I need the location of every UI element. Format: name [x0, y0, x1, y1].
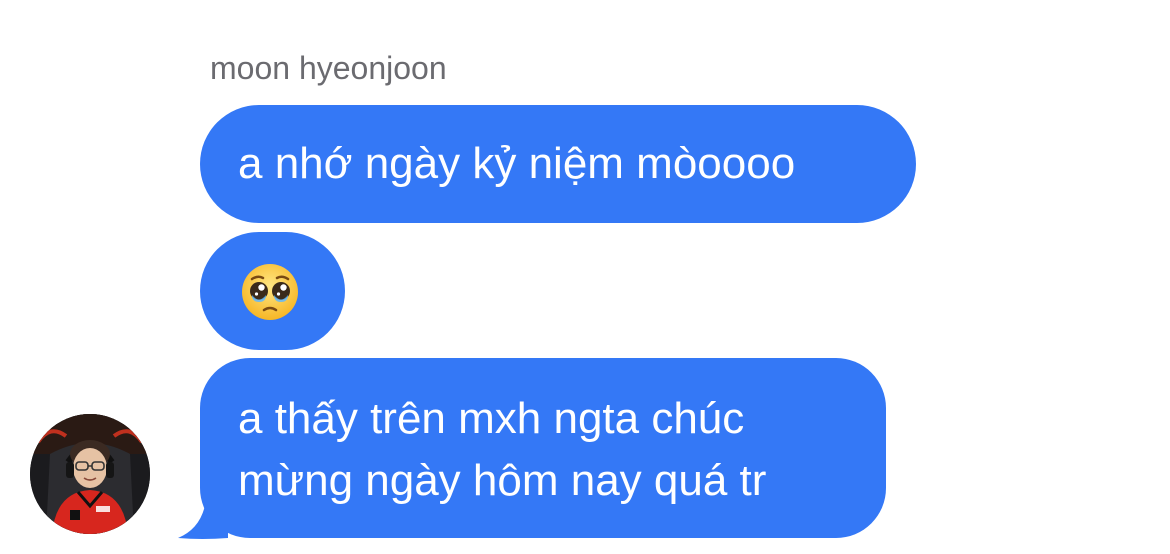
pleading-face-emoji-icon: [242, 264, 298, 320]
avatar[interactable]: [30, 414, 150, 534]
bubble-tail: [178, 500, 228, 539]
message-bubble-emoji[interactable]: [200, 232, 345, 350]
message-bubble[interactable]: a nhớ ngày kỷ niệm mòoooo: [200, 105, 916, 223]
message-text: a nhớ ngày kỷ niệm mòoooo: [238, 139, 796, 188]
sender-name: moon hyeonjoon: [210, 50, 447, 86]
message-bubble[interactable]: a thấy trên mxh ngta chúc mừng ngày hôm …: [200, 358, 886, 538]
message-text-line: a thấy trên mxh ngta chúc: [238, 394, 745, 443]
message-text-line: mừng ngày hôm nay quá tr: [238, 456, 767, 505]
profile-photo-icon: [30, 414, 150, 534]
